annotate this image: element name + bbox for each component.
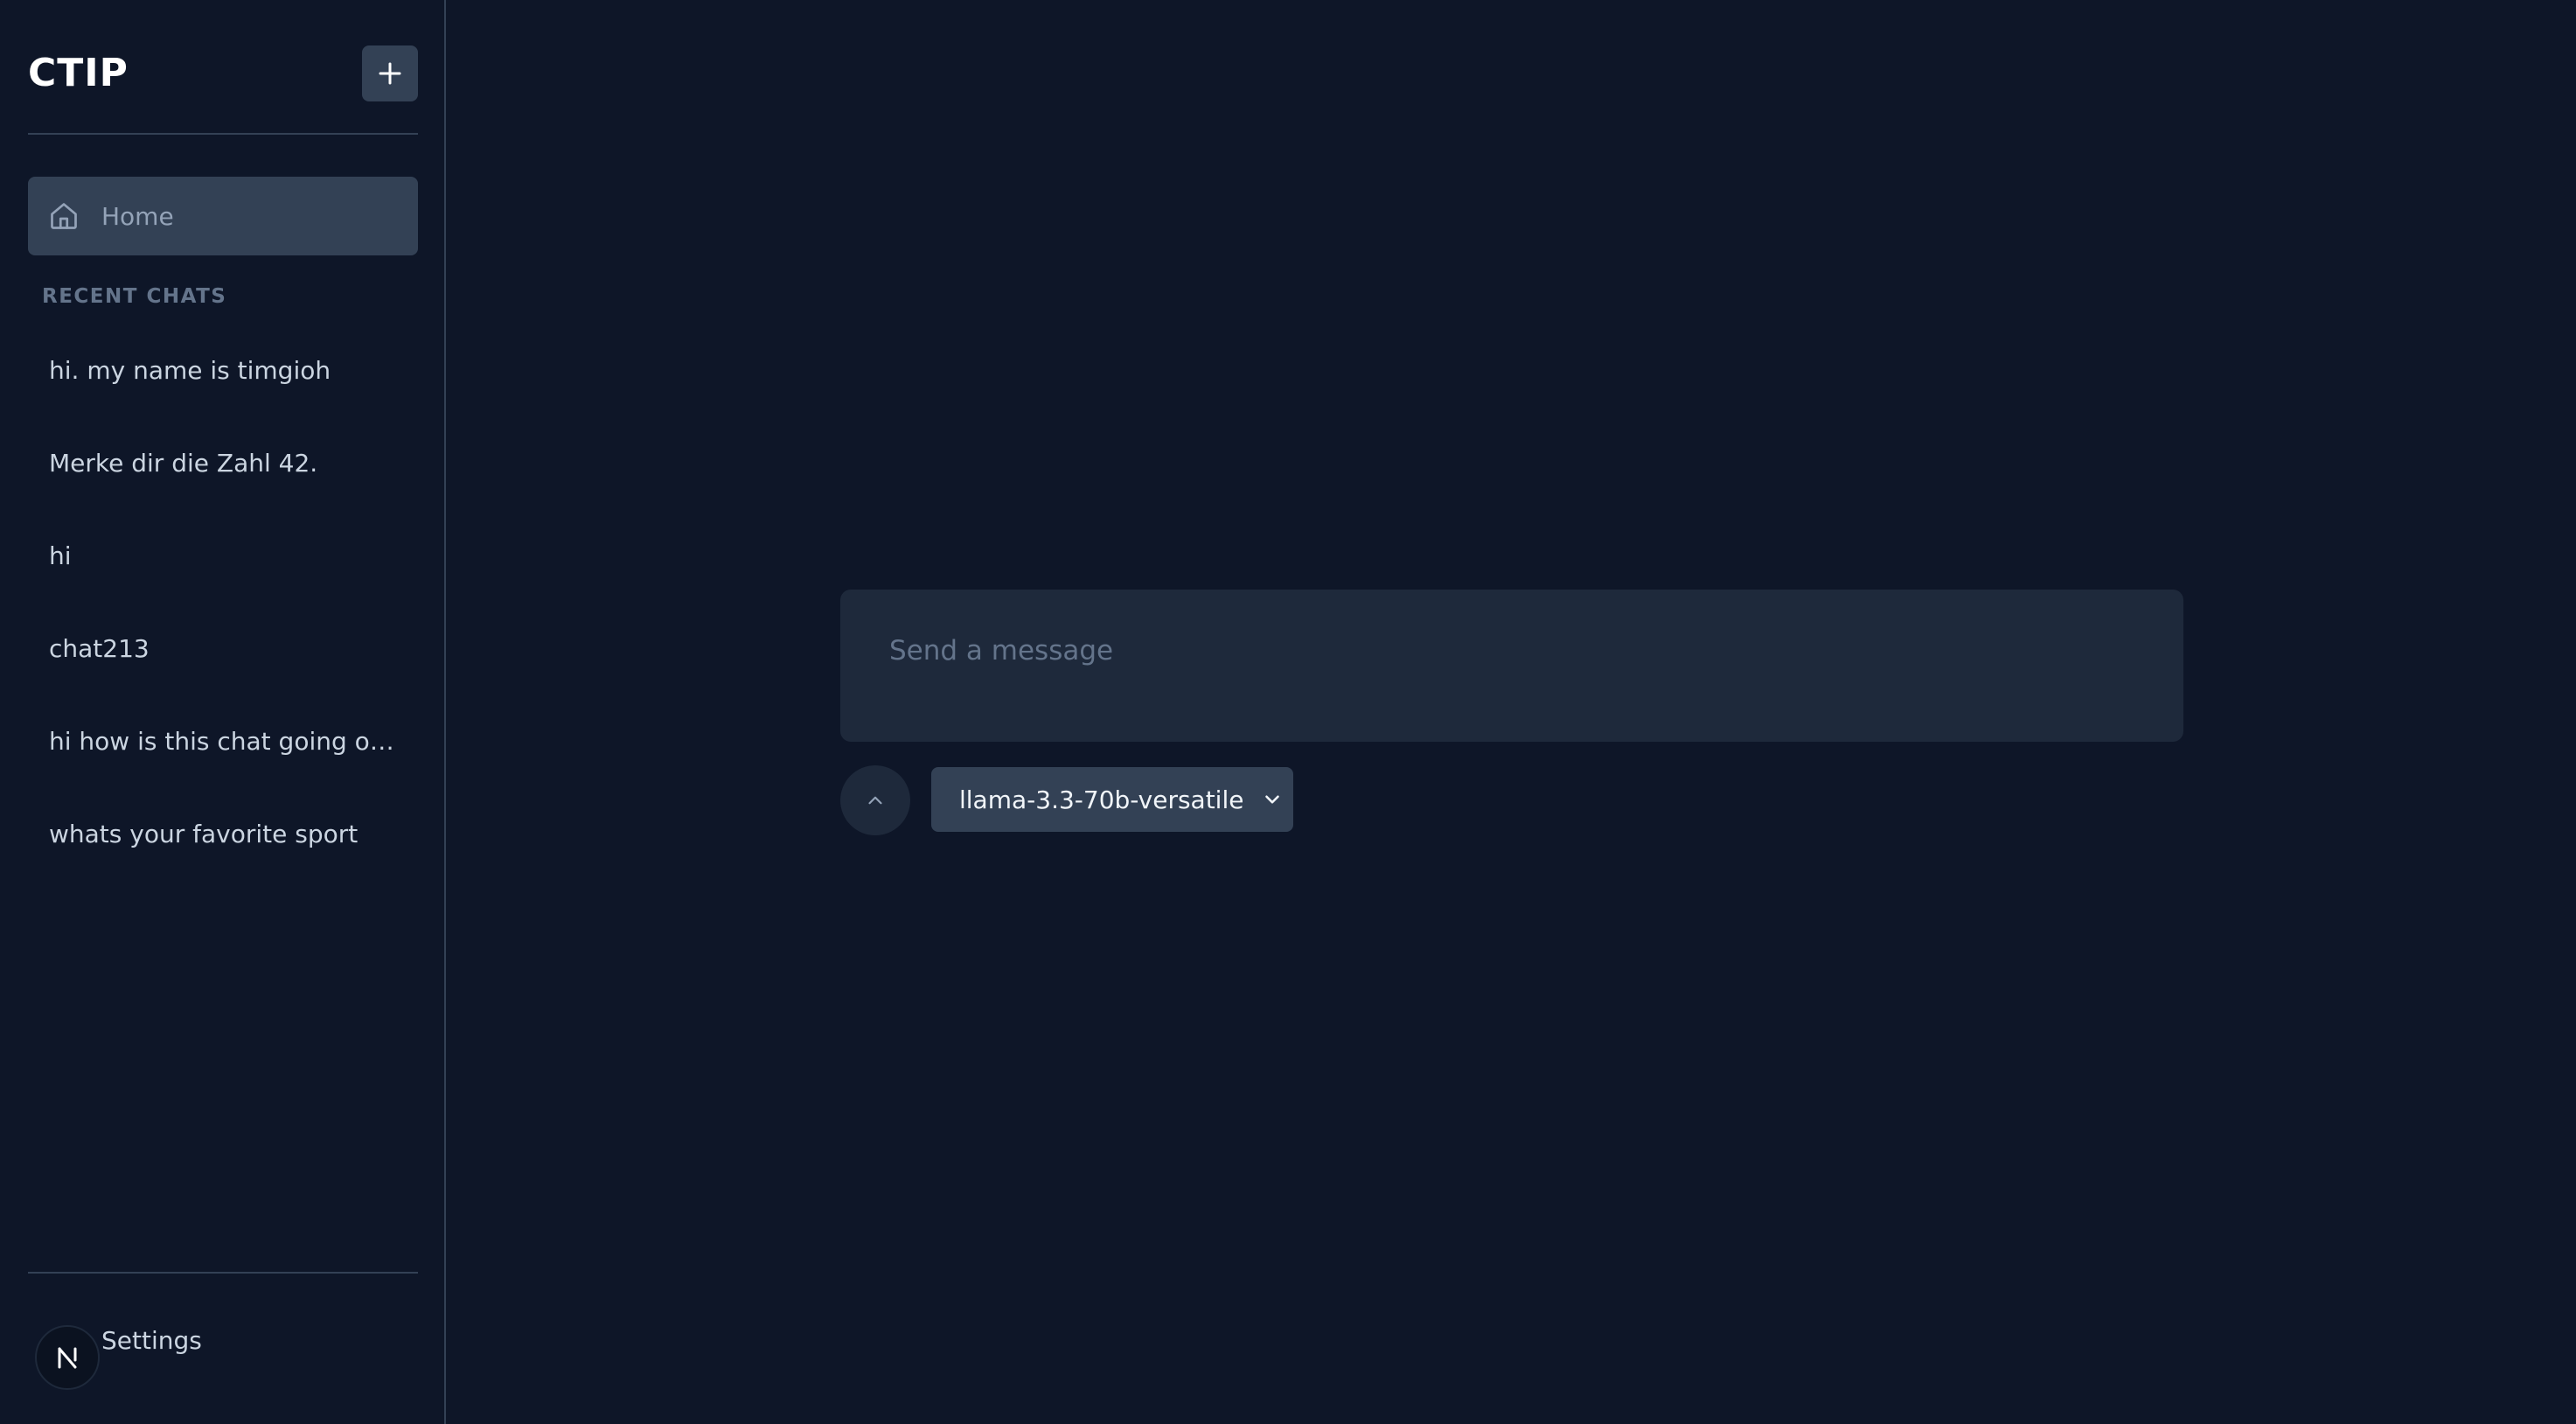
recent-chat-item[interactable]: hi. my name is timgioh	[28, 324, 418, 416]
settings-link[interactable]: Settings	[101, 1326, 202, 1355]
chevron-up-icon	[868, 796, 882, 805]
sidebar: CTIP Home RECENT CHATS hi. my name is ti…	[0, 0, 446, 1424]
recent-chats-list: hi. my name is timgioh Merke dir die Zah…	[28, 324, 418, 880]
message-composer	[840, 590, 2183, 742]
sidebar-divider	[28, 133, 418, 135]
chevron-down-icon	[1259, 786, 1285, 813]
sidebar-bottom-divider	[28, 1272, 418, 1274]
recent-chat-item[interactable]: hi how is this chat going oyu...	[28, 695, 418, 787]
home-icon	[47, 199, 80, 233]
expand-toggle-button[interactable]	[840, 765, 910, 835]
sidebar-item-label: Home	[101, 201, 174, 231]
message-input[interactable]	[840, 590, 2183, 742]
recent-chat-item[interactable]: chat213	[28, 602, 418, 695]
avatar[interactable]	[35, 1325, 100, 1390]
app-window: CTIP Home RECENT CHATS hi. my name is ti…	[0, 0, 2576, 1424]
recent-chat-item[interactable]: Merke dir die Zahl 42.	[28, 416, 418, 509]
recent-chat-item[interactable]: whats your favorite sport	[28, 787, 418, 880]
model-selector[interactable]: llama-3.3-70b-versatile	[931, 767, 1293, 832]
model-selected-label: llama-3.3-70b-versatile	[959, 785, 1244, 814]
n-logo-icon	[58, 1347, 77, 1369]
brand-title: CTIP	[28, 51, 129, 95]
recent-chat-item[interactable]: hi	[28, 509, 418, 602]
recent-chats-heading: RECENT CHATS	[42, 285, 227, 308]
new-chat-button[interactable]	[362, 45, 418, 101]
plus-icon	[379, 62, 401, 85]
sidebar-item-home[interactable]: Home	[28, 177, 418, 255]
